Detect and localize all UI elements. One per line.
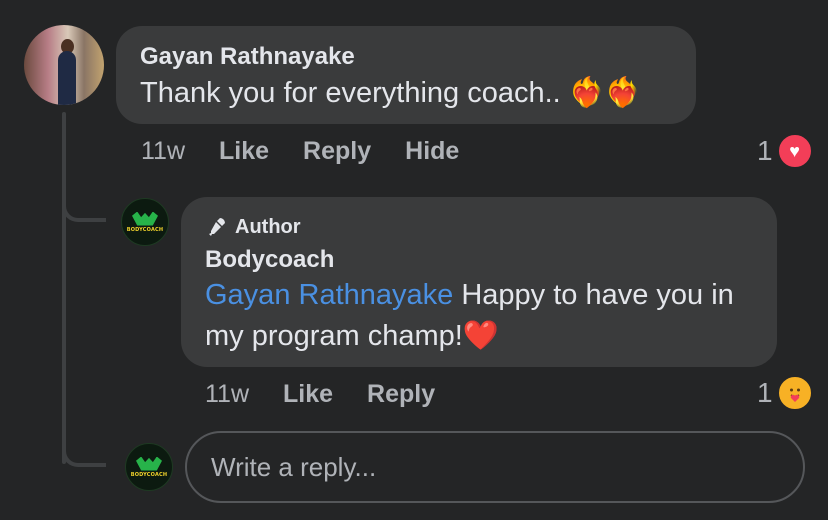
reply-actions: 11w Like Reply <box>205 380 435 409</box>
comment-hide-button[interactable]: Hide <box>405 137 459 166</box>
comment-timestamp[interactable]: 11w <box>141 137 185 166</box>
heart-on-fire-emoji: ❤️‍🔥❤️‍🔥 <box>568 75 642 109</box>
comment-author-name[interactable]: Gayan Rathnayake <box>140 42 672 72</box>
comment-text: Thank you for everything coach.. ❤️‍🔥❤️‍… <box>140 72 672 113</box>
reply-author-name[interactable]: Bodycoach <box>205 245 753 275</box>
reply-like-button[interactable]: Like <box>283 380 333 409</box>
comment-bubble: Gayan Rathnayake Thank you for everythin… <box>116 26 696 124</box>
heart-icon: ♥ <box>776 133 813 169</box>
bodycoach-logo-icon <box>132 211 158 226</box>
reply-bubble: Author Bodycoach Gayan Rathnayake Happy … <box>181 197 777 367</box>
comment-like-button[interactable]: Like <box>219 137 269 166</box>
reply-input[interactable] <box>185 431 805 503</box>
reply-text-line2-row: my program champ!❤️ <box>205 315 753 356</box>
reply-reaction-count: 1 <box>757 377 773 408</box>
comment-reply-button[interactable]: Reply <box>303 137 371 166</box>
thread-branch-composer <box>62 441 106 467</box>
microphone-icon <box>209 218 225 236</box>
author-badge: Author <box>205 213 753 241</box>
mention-link[interactable]: Gayan Rathnayake <box>205 279 453 311</box>
bodycoach-logo-text: BODYCOACH <box>126 226 164 233</box>
reply-text-line2: my program champ! <box>205 320 463 352</box>
thread-line <box>62 112 66 464</box>
reply-text: Gayan Rathnayake Happy to have you in <box>205 275 753 315</box>
comment-text-body: Thank you for everything coach.. <box>140 77 569 109</box>
care-face-glyph <box>789 388 800 402</box>
commenter-avatar[interactable] <box>24 25 104 105</box>
care-face-icon <box>776 375 813 411</box>
bodycoach-avatar[interactable]: BODYCOACH <box>121 198 169 246</box>
reply-reaction-summary[interactable]: 1 <box>757 375 813 411</box>
reply-text-line1: Happy to have you in <box>453 279 734 311</box>
comment-actions: 11w Like Reply Hide <box>141 137 459 166</box>
reply-reply-button[interactable]: Reply <box>367 380 435 409</box>
red-heart-emoji: ❤️ <box>462 318 499 352</box>
avatar-figure <box>58 51 76 105</box>
author-badge-label: Author <box>235 215 301 238</box>
reply-timestamp[interactable]: 11w <box>205 380 249 409</box>
comment-reaction-summary[interactable]: 1 ♥ <box>757 133 813 169</box>
comment-reaction-count: 1 <box>757 135 773 166</box>
bodycoach-logo-icon <box>136 456 162 471</box>
bodycoach-logo-text: BODYCOACH <box>130 471 168 478</box>
composer-avatar: BODYCOACH <box>125 443 173 491</box>
thread-branch-reply <box>62 196 106 222</box>
